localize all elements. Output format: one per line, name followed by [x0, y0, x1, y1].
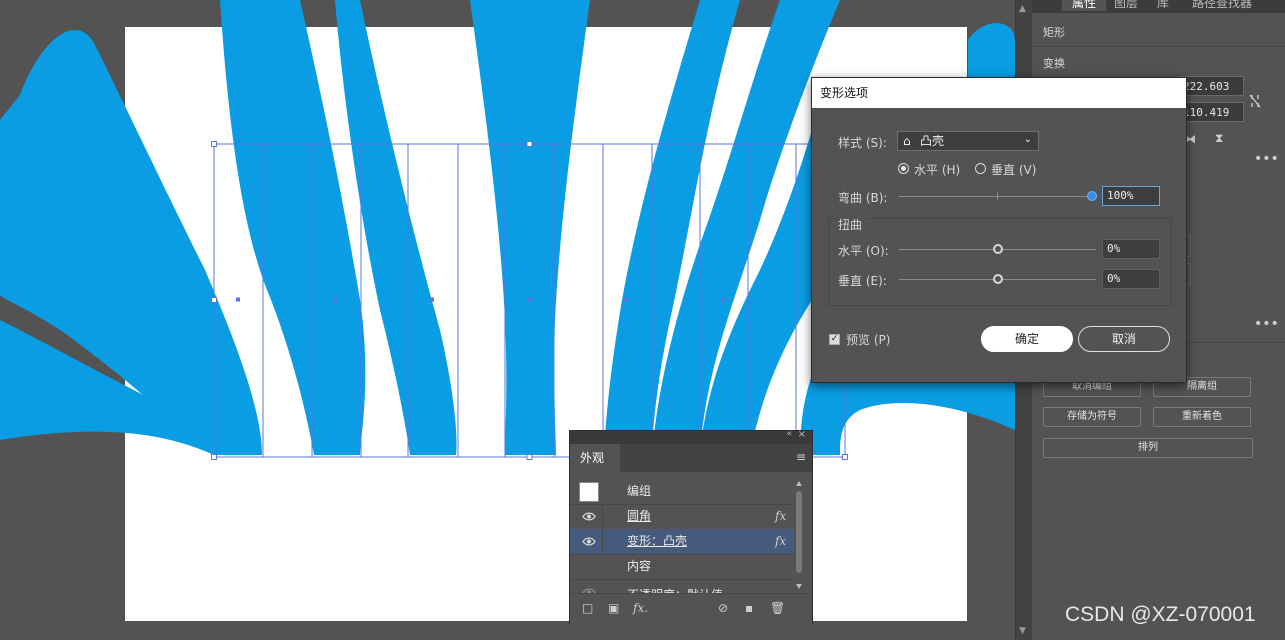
appearance-scrollbar[interactable] — [794, 479, 804, 591]
appearance-row-label: 内容 — [627, 559, 652, 573]
close-icon[interactable]: × — [798, 429, 806, 440]
section-transform-label: 变换 — [1043, 57, 1065, 70]
distort-horizontal-value-field[interactable]: 0% — [1102, 239, 1160, 259]
add-fill-icon[interactable]: ▣ — [608, 601, 619, 615]
watermark: CSDN @XZ-070001 — [1065, 603, 1256, 626]
style-label: 样式 (S): — [838, 136, 887, 150]
bend-value-field[interactable]: 100% — [1102, 186, 1160, 206]
scroll-down-icon[interactable]: ▼ — [1019, 626, 1026, 636]
preview-checkbox[interactable]: ✓ — [829, 334, 840, 345]
appearance-row-label: 编组 — [627, 484, 652, 498]
distortion-group — [828, 218, 1172, 306]
section-shape-label: 矩形 — [1043, 26, 1065, 39]
tab-pathfinder[interactable]: 路径查找器 — [1192, 0, 1252, 11]
tab-libraries[interactable]: 库 — [1157, 0, 1169, 11]
vertical-radio[interactable] — [975, 163, 986, 174]
chevron-down-icon: ⌄ — [1023, 134, 1032, 145]
panel-header-strip: « × — [570, 429, 812, 444]
appearance-toolbar: □ ▣ fx. ⊘ ▪ 🗑 — [570, 593, 812, 624]
tab-properties[interactable]: 属性 — [1062, 0, 1107, 11]
height-field[interactable]: 110.419 — [1178, 102, 1244, 122]
preview-label[interactable]: 预览 (P) — [846, 331, 890, 348]
save-as-symbol-button[interactable]: 存储为符号 — [1043, 407, 1141, 427]
panel-tab-bar: 属性 图层 库 路径查找器 — [1032, 0, 1285, 13]
trash-icon[interactable]: 🗑 — [770, 601, 785, 615]
vertical-radio-label[interactable]: 垂直 (V) — [991, 161, 1036, 178]
arc-style-icon: ⌂ — [903, 134, 911, 148]
divider — [1032, 46, 1285, 47]
arrange-button[interactable]: 排列 — [1043, 438, 1253, 458]
bend-slider-thumb[interactable] — [1087, 191, 1097, 201]
ok-button[interactable]: 确定 — [981, 326, 1073, 352]
dialog-title[interactable]: 变形选项 — [812, 78, 1186, 108]
distort-vertical-label: 垂直 (E): — [838, 274, 887, 288]
tab-layers[interactable]: 图层 — [1114, 0, 1138, 11]
bend-slider-center-tick — [997, 192, 998, 200]
distort-vertical-slider-thumb[interactable] — [992, 274, 1003, 284]
duplicate-item-icon[interactable]: ▪ — [745, 601, 753, 615]
add-stroke-icon[interactable]: □ — [582, 601, 593, 615]
appearance-row-label[interactable]: 变形：凸壳 — [627, 529, 687, 554]
divider — [602, 504, 603, 529]
distortion-label: 扭曲 — [838, 216, 867, 233]
flip-vertical-icon[interactable]: ⧗ — [1215, 131, 1223, 146]
clear-appearance-icon[interactable]: ⊘ — [718, 601, 728, 615]
bend-slider-track[interactable] — [899, 196, 1092, 197]
scroll-up-icon[interactable]: ▲ — [1019, 4, 1026, 14]
eye-icon[interactable] — [582, 537, 596, 546]
bend-label: 弯曲 (B): — [838, 191, 888, 205]
add-effect-icon[interactable]: fx. — [633, 601, 648, 615]
warp-options-dialog: 变形选项 样式 (S): ⌂ 凸壳 ⌄ 水平 (H) 垂直 (V) 弯曲 (B)… — [811, 77, 1187, 383]
appearance-row-opacity[interactable]: 不透明度：默认值 — [570, 579, 794, 593]
appearance-row-contents[interactable]: 内容 — [570, 554, 794, 580]
appearance-row-label[interactable]: 圆角 — [627, 504, 651, 529]
fx-icon[interactable]: fx — [775, 504, 786, 529]
style-dropdown[interactable]: ⌂ 凸壳 ⌄ — [897, 131, 1039, 151]
distort-horizontal-slider-thumb[interactable] — [992, 244, 1003, 254]
eye-icon[interactable] — [582, 512, 596, 521]
appearance-row-group[interactable]: 编组 — [570, 479, 794, 505]
more-options-icon[interactable]: ••• — [1254, 151, 1279, 167]
width-field[interactable]: 222.603 — [1178, 76, 1244, 96]
appearance-row-round-corners[interactable]: 圆角 fx — [570, 504, 794, 530]
more-options-icon[interactable]: ••• — [1254, 316, 1279, 332]
constrain-proportions-icon[interactable] — [1248, 93, 1262, 109]
appearance-tab-bar: 外观 ≡ — [570, 444, 812, 472]
group-thumbnail — [579, 482, 599, 502]
appearance-row-warp-arc[interactable]: 变形：凸壳 fx — [570, 529, 794, 555]
style-dropdown-value: 凸壳 — [920, 134, 945, 148]
collapse-icon[interactable]: « — [786, 429, 792, 439]
appearance-row-label: 不透明度：默认值 — [627, 583, 723, 593]
tab-appearance[interactable]: 外观 — [570, 444, 620, 472]
distort-horizontal-label: 水平 (O): — [838, 244, 889, 258]
fx-icon[interactable]: fx — [775, 529, 786, 554]
horizontal-radio-label[interactable]: 水平 (H) — [914, 161, 960, 178]
recolor-button[interactable]: 重新着色 — [1153, 407, 1251, 427]
distort-vertical-value-field[interactable]: 0% — [1102, 269, 1160, 289]
divider — [602, 529, 603, 554]
appearance-panel: « × 外观 ≡ 编组 圆角 fx 变形：凸壳 fx 内容 不透明度：默认值 □… — [569, 429, 813, 624]
cancel-button[interactable]: 取消 — [1078, 326, 1170, 352]
horizontal-radio[interactable] — [898, 163, 909, 174]
panel-menu-icon[interactable]: ≡ — [796, 450, 806, 464]
